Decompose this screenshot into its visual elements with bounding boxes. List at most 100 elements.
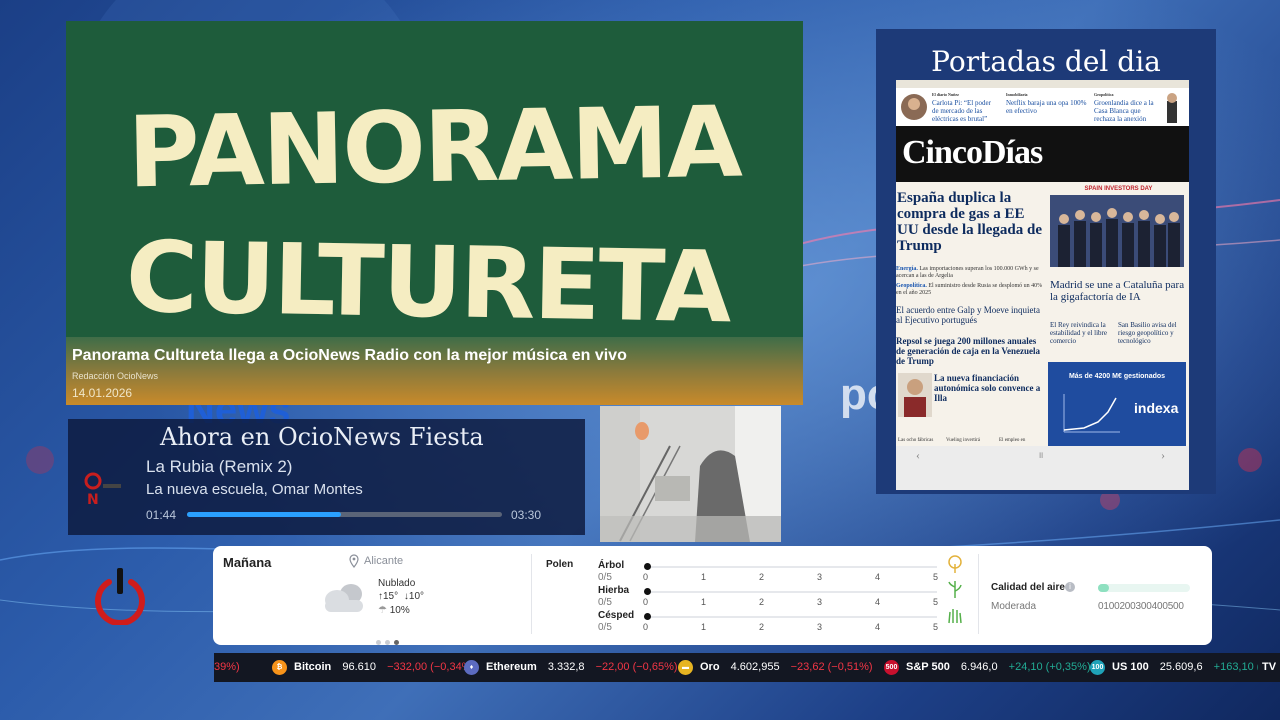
featured-article[interactable]: PANORAMA CULTURETA Panorama Cultureta ll…: [66, 21, 803, 405]
pollen-tick-label: 5: [933, 597, 939, 607]
air-quality-status: Moderada: [991, 601, 1037, 612]
pollen-tick-label: 3: [817, 572, 823, 582]
weather-temperatures: ↑15° ↓10°: [378, 591, 425, 602]
page-dot-3[interactable]: [394, 640, 399, 645]
advert-growth-chart-icon: [1063, 394, 1120, 433]
pollen-tick-label: 4: [875, 597, 881, 607]
now-playing-song: La Rubia (Remix 2): [146, 457, 293, 476]
teaser-1: El diario Nuñez Carlota Pi: “El poder de …: [932, 92, 991, 123]
pollen-label: Polen: [546, 559, 574, 570]
air-quality-label: Calidad del aire: [991, 582, 1065, 593]
paper-story-3: Repsol se juega 200 millones anuales de …: [896, 336, 1040, 366]
ticker-item-ethereum[interactable]: ♦ Ethereum 3.332,8 −22,00 (−0,65%): [464, 653, 678, 682]
paper-group-photo: [1050, 195, 1184, 267]
now-playing-artist: La nueva escuela, Omar Montes: [146, 481, 363, 498]
paper-masthead: CincoDías: [896, 126, 1189, 182]
paper-teasers: El diario Nuñez Carlota Pi: “El poder de …: [896, 88, 1189, 126]
pollen-level-marker: [644, 563, 651, 570]
svg-text:N: N: [87, 492, 99, 507]
paper-pause-icon[interactable]: ॥: [1038, 448, 1043, 461]
weather-panel: Mañana Alicante Nublado ↑15° ↓10° ☂ 10% …: [213, 546, 1212, 645]
pollen-tick-label: 1: [701, 622, 707, 632]
page-dot-1[interactable]: [376, 640, 381, 645]
front-pages-panel: Portadas del dia El diario Nuñez Carlota …: [876, 29, 1216, 494]
market-ticker[interactable]: 39%) ₿ Bitcoin 96.610 −332,00 (−0,34%) ♦…: [214, 653, 1280, 682]
paper-lead-point-2: Geopolítica. El suministro desde Rusia s…: [896, 283, 1043, 296]
pollen-name: Césped: [598, 610, 635, 621]
pollen-level-marker: [644, 613, 651, 620]
ticker-item-partial[interactable]: 39%): [214, 653, 240, 682]
paper-lead-point-1: Energía. Las importaciones superan los 1…: [896, 266, 1039, 279]
ticker-item-bitcoin[interactable]: ₿ Bitcoin 96.610 −332,00 (−0,34%): [272, 653, 475, 682]
pollen-tick-label: 3: [817, 622, 823, 632]
paper-advert-text: Más de 4200 M€ gestionados: [1068, 373, 1166, 380]
gold-icon: ▬: [678, 660, 693, 675]
paper-prev-icon[interactable]: ‹: [916, 448, 920, 463]
newspaper-front-page[interactable]: El diario Nuñez Carlota Pi: “El poder de …: [896, 80, 1189, 490]
pollen-scale-line: [647, 616, 937, 618]
ticker-item-sp500[interactable]: 500 S&P 500 6.946,0 +24,10 (+0,35%): [884, 653, 1091, 682]
hero-logo-line-2: CULTURETA: [125, 221, 733, 337]
pollen-tick-label: 2: [759, 597, 765, 607]
pollen-value: 0/5: [598, 622, 612, 633]
ethereum-icon: ♦: [464, 660, 479, 675]
paper-advert-brand: indexa: [1134, 400, 1179, 416]
bottom-story-portrait: [898, 373, 932, 417]
weather-rain: ☂ 10%: [378, 605, 410, 616]
pollen-tick-label: 3: [817, 597, 823, 607]
pollen-name: Árbol: [598, 560, 625, 571]
pollen-scale-line: [647, 566, 937, 568]
air-quality-fill: [1098, 584, 1110, 592]
page-dot-2[interactable]: [385, 640, 390, 645]
pollen-scale-ticks: 0 1 2 3 4 5: [643, 572, 943, 584]
pollen-value: 0/5: [598, 597, 612, 608]
now-playing-progress[interactable]: [187, 512, 502, 517]
paper-right-sub-1: El Rey reivindica la estabilidad y el li…: [1050, 321, 1107, 345]
weather-location: Alicante: [364, 555, 404, 567]
paper-feature-kicker: SPAIN INVESTORS DAY: [1084, 186, 1153, 192]
ticker-item-gold[interactable]: ▬ Oro 4.602,955 −23,62 (−0,51%): [678, 653, 873, 682]
weather-day: Mañana: [223, 555, 272, 570]
pollen-tick-label: 0: [643, 597, 649, 607]
ticker-item-us100[interactable]: 100 US 100 25.609,6 +163,10 (+0,64%): [1090, 653, 1280, 682]
us100-icon: 100: [1090, 660, 1105, 675]
air-quality-scale: 0100200300400500: [1098, 601, 1184, 612]
air-quality-bar: [1098, 584, 1190, 592]
article-title[interactable]: Panorama Cultureta llega a OcioNews Radi…: [72, 347, 627, 365]
article-caption: Panorama Cultureta llega a OcioNews Radi…: [66, 337, 803, 405]
info-icon[interactable]: i: [1065, 582, 1075, 592]
now-playing-panel: Ahora en OcioNews Fiesta N La Rubia (Rem…: [68, 419, 585, 535]
paper-nav-bar: ‹ ॥ ›: [896, 446, 1189, 490]
sp500-icon: 500: [884, 660, 899, 675]
teaser-3: Geopolítica Groenlandia dice a la Casa Bl…: [1094, 92, 1154, 123]
pollen-tick-label: 0: [643, 572, 649, 582]
pollen-row-tree: Árbol 0/5 0 1 2 3 4 5: [598, 555, 962, 584]
pollen-tick-label: 1: [701, 572, 707, 582]
tree-icon: [948, 555, 962, 573]
umbrella-icon: ☂: [378, 605, 387, 616]
paper-bottom-headline: La nueva financiación autonómica solo co…: [934, 373, 1041, 403]
hero-logo-line-1: PANORAMA: [127, 86, 744, 211]
article-hero-logo: PANORAMA CULTURETA: [125, 86, 744, 337]
paper-next-icon[interactable]: ›: [1161, 448, 1165, 463]
pollen-tick-label: 1: [701, 597, 707, 607]
pollen-tick-label: 4: [875, 572, 881, 582]
weather-page-dots[interactable]: [376, 632, 403, 650]
pollen-name: Hierba: [598, 585, 630, 596]
pollen-scale-ticks: 0 1 2 3 4 5: [643, 597, 943, 609]
radio-station-logo-icon: N: [84, 472, 121, 507]
pollen-tick-label: 2: [759, 572, 765, 582]
front-pages-title: Portadas del dia: [931, 45, 1161, 78]
paper-advert: Más de 4200 M€ gestionados indexa: [1048, 362, 1186, 446]
pollen-row-grass: Césped 0/5 0 1 2 3 4 5: [598, 609, 962, 634]
paper-top-bar: [896, 80, 1189, 88]
now-playing-progress-fill: [187, 512, 342, 517]
tradingview-logo-icon[interactable]: TV: [1258, 653, 1280, 682]
now-playing-total-time: 03:30: [511, 508, 542, 522]
paper-right-sub-2: San Basilio avisa del riesgo geopolítico…: [1118, 321, 1177, 345]
pollen-row-herb: Hierba 0/5 0 1 2 3 4 5: [598, 581, 962, 609]
power-icon[interactable]: [92, 565, 148, 625]
pollen-tick-label: 0: [643, 622, 649, 632]
pollen-scale-line: [647, 591, 937, 593]
now-playing-heading: Ahora en OcioNews Fiesta: [160, 423, 484, 451]
